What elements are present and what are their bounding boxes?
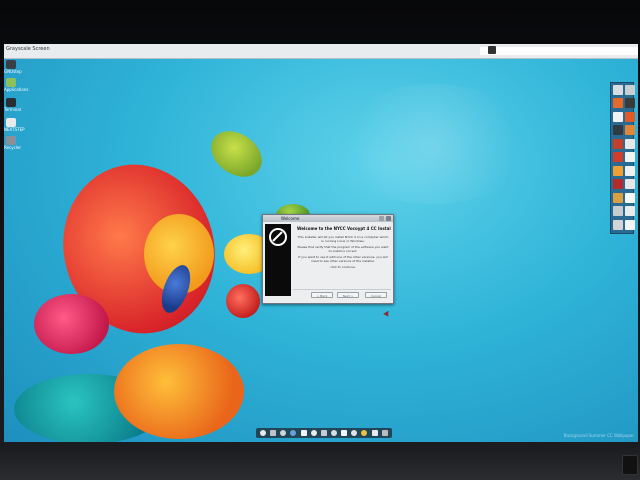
palette-button[interactable] <box>625 192 635 203</box>
dialog-body: This installer will let you install NYCC… <box>297 235 389 285</box>
desktop-icon-nextstep[interactable]: NEXTSTEP <box>4 118 30 138</box>
top-right-panel <box>480 47 638 55</box>
palette-button[interactable] <box>613 85 623 95</box>
wallpaper-watermark: Background Summer CC Wallpaper <box>563 433 634 438</box>
installer-logo-icon <box>269 228 287 246</box>
palette-button[interactable] <box>613 152 623 163</box>
dialog-paragraph: click to continue. <box>330 265 356 269</box>
palette-button[interactable] <box>625 138 635 149</box>
clock-icon[interactable] <box>488 46 496 54</box>
wallpaper-art-green-leaf <box>202 121 271 187</box>
wallpaper-art-red-dot <box>226 284 260 318</box>
desktop-icon-recycler[interactable]: Recycler <box>4 136 30 156</box>
palette-button[interactable] <box>613 206 623 217</box>
tool-palette <box>610 82 635 234</box>
desktop-screen: Grayscale Screen GNUstep Applications Te… <box>4 44 638 442</box>
desktop-icon-label: GNUstep <box>4 69 22 74</box>
installer-dialog: Welcome Welcome to the NYCC Vocoypt 4 CC… <box>262 214 394 304</box>
eye-icon[interactable] <box>310 430 317 436</box>
palette-button[interactable] <box>613 192 623 203</box>
palette-button[interactable] <box>613 219 623 230</box>
palette-button[interactable] <box>625 165 635 176</box>
package-icon <box>6 78 16 87</box>
settings-icon[interactable] <box>270 430 277 436</box>
clock-icon[interactable] <box>351 430 358 436</box>
terminal-icon <box>6 98 16 107</box>
desktop-icon-terminal[interactable]: Terminal <box>4 98 30 118</box>
desktop-icon-label: Recycler <box>4 145 22 150</box>
back-button[interactable]: < Back <box>311 292 333 298</box>
desktop-icon-applications[interactable]: Applications <box>4 78 30 98</box>
wallpaper-art-light-swirl <box>334 84 534 204</box>
next-button[interactable]: Next > <box>337 292 359 298</box>
dialog-titlebar[interactable]: Welcome <box>263 215 393 222</box>
chat-icon[interactable] <box>371 430 378 436</box>
dock <box>256 428 392 438</box>
palette-button[interactable] <box>613 98 623 109</box>
palette-button[interactable] <box>625 111 635 122</box>
screen-title: Grayscale Screen <box>6 46 50 52</box>
dialog-title: Welcome <box>281 216 300 221</box>
palette-button[interactable] <box>613 179 623 190</box>
dialog-sidebar <box>265 224 291 296</box>
minimize-icon[interactable] <box>379 216 384 221</box>
palette-button[interactable] <box>625 179 635 190</box>
palette-button[interactable] <box>613 111 623 122</box>
mouse-cursor <box>383 310 391 319</box>
dialog-paragraph: This installer will let you install NYCC… <box>297 235 389 243</box>
power-button[interactable] <box>622 455 638 475</box>
palette-button[interactable] <box>625 152 635 163</box>
globe-icon[interactable] <box>290 430 297 436</box>
camera-icon[interactable] <box>280 430 287 436</box>
palette-button[interactable] <box>613 138 623 149</box>
wallpaper-art-pink-heart <box>34 294 109 354</box>
desktop-icon-label: NEXTSTEP <box>4 127 25 132</box>
palette-button[interactable] <box>613 125 623 136</box>
mail-icon[interactable] <box>300 430 307 436</box>
lock-icon[interactable] <box>320 430 327 436</box>
dialog-footer: < Back Next > Cancel <box>293 289 391 300</box>
palette-button[interactable] <box>625 98 635 109</box>
dialog-paragraph: If you want to use it with one of the ot… <box>298 255 388 263</box>
wallpaper-art-orange-blob <box>114 344 244 439</box>
palette-button[interactable] <box>625 219 635 230</box>
dialog-heading: Welcome to the NYCC Vocoypt 4 CC Install… <box>297 226 391 231</box>
cancel-button[interactable]: Cancel <box>365 292 387 298</box>
desktop-icon-gnustep[interactable]: GNUstep <box>4 60 30 80</box>
star-icon[interactable] <box>361 430 368 436</box>
close-icon[interactable] <box>386 216 391 221</box>
dialog-paragraph: Please first verify that the program of … <box>297 245 389 253</box>
desktop-icon-label: Applications <box>4 87 29 92</box>
palette-button[interactable] <box>625 85 635 95</box>
palette-button[interactable] <box>613 165 623 176</box>
font-icon[interactable] <box>341 430 348 436</box>
switch-icon[interactable] <box>381 430 388 436</box>
viewer-icon[interactable] <box>260 430 267 436</box>
palette-button[interactable] <box>625 206 635 217</box>
monitor-bezel-bottom <box>0 446 640 480</box>
desktop-icon-label: Terminal <box>4 107 21 112</box>
palette-button[interactable] <box>625 125 635 136</box>
disk-icon <box>6 118 16 127</box>
home-folder-icon <box>6 60 16 69</box>
trash-icon <box>6 136 16 145</box>
music-icon[interactable] <box>331 430 338 436</box>
